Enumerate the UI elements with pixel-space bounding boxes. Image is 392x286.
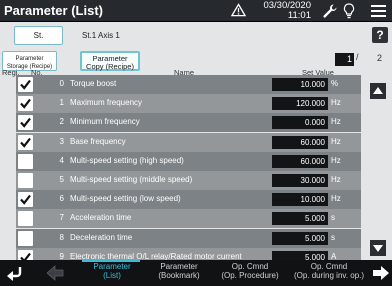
unit-label: s [331,213,335,223]
lightbulb-icon[interactable] [343,3,355,19]
datetime: 03/30/2020 11:01 [251,1,311,21]
checkmark-icon [20,118,31,129]
bottom-navigation: Parameter (List) Parameter (Bookmark) Op. Cm… [0,260,392,286]
unit-label: Hz [331,136,341,146]
nav-tab[interactable]: Parameter (Bookmark) [146,262,212,284]
nav-tab-line2: (List) [103,271,121,280]
set-value-field[interactable]: 10.000 [272,193,328,207]
set-value-field[interactable]: 10.000 [272,78,328,91]
param-name: Torque boost [70,79,117,88]
nav-tab[interactable]: Op. Cmnd (Op. during inv. op.) [288,262,370,284]
table-row[interactable]: 3 Base frequency 60.000 Hz [16,132,361,152]
set-value-field[interactable]: 60.000 [272,154,328,168]
register-checkbox[interactable] [18,211,33,227]
param-name: Maximum frequency [70,98,143,108]
table-row[interactable]: 8 Deceleration time 5.000 s [16,228,361,248]
menu-icon[interactable] [371,4,386,18]
parameter-copy-button[interactable]: Parameter Copy (Recipe) [80,51,140,71]
checkmark-icon [20,195,31,205]
table-row[interactable]: 4 Multi-speed setting (high speed) 60.000 H… [16,151,361,171]
param-number: 7 [59,213,64,223]
unit-label: % [331,79,339,88]
arrow-left-icon[interactable] [46,265,64,281]
page-total: 2 [377,53,383,63]
register-checkbox[interactable] [18,134,33,150]
nav-tab-line1: Op. Cmnd [231,262,269,271]
param-number: 0 [59,79,64,88]
register-checkbox[interactable] [18,173,33,188]
table-row[interactable]: 0 Torque boost 10.000% [16,75,361,94]
register-checkbox[interactable] [18,153,33,169]
param-number: 2 [59,117,64,127]
scroll-down-icon[interactable] [370,240,386,256]
nav-tab-line1: Parameter [160,262,198,271]
station-button[interactable]: St. [14,26,63,45]
set-value-field[interactable]: 30.000 [272,174,328,187]
wrench-icon[interactable] [322,3,338,19]
checkmark-icon [20,79,31,90]
nav-tab-line2: (Op. during inv. op.) [293,271,365,280]
param-name: Multi-speed setting (high speed) [70,155,184,165]
unit-label: s [331,232,335,242]
param-name: Multi-speed setting (low speed) [70,194,181,204]
nav-tab-line1: Parameter [93,262,131,271]
param-name: Deceleration time [70,232,133,242]
checkmark-icon [20,137,31,148]
axis-label: St.1 Axis 1 [82,31,120,40]
nav-tab[interactable]: Op. Cmnd (Op. Procedure) [214,262,286,284]
storage-label-line1: Parameter [15,56,44,62]
unit-label: Hz [331,117,341,127]
nav-tab-line2: (Op. Procedure) [221,271,279,280]
page-number-input[interactable]: 1 [335,53,354,66]
nav-tab[interactable]: Parameter (List) [82,262,142,284]
warning-icon[interactable] [231,3,246,17]
param-name: Acceleration time [70,213,132,223]
set-value-field[interactable]: 120.000 [272,97,328,111]
unit-label: Hz [331,98,341,108]
param-name: Base frequency [70,136,126,146]
set-value-field[interactable]: 5.000 [272,231,328,245]
time-text: 11:01 [287,10,311,21]
param-number: 1 [59,98,64,108]
table-row[interactable]: 2 Minimum frequency 0.000 Hz [16,113,361,133]
param-number: 4 [59,155,64,165]
table-row[interactable]: 7 Acceleration time 5.000 s [16,209,361,229]
param-number: 5 [59,175,64,184]
set-value-field[interactable]: 5.000 [272,212,328,226]
checkmark-icon [20,99,31,109]
register-checkbox[interactable] [18,115,33,131]
param-name: Minimum frequency [70,117,140,127]
unit-label: Hz [331,155,341,165]
nav-tab-line2: (Bookmark) [158,271,200,280]
unit-label: Hz [331,175,341,184]
register-checkbox[interactable] [18,230,33,246]
table-row[interactable]: 6 Multi-speed setting (low speed) 10.000 Hz [16,190,361,210]
page-title: Parameter (List) [4,3,103,18]
table-row[interactable]: 5 Multi-speed setting (middle speed) 30.00… [16,171,361,190]
register-checkbox[interactable] [18,96,33,112]
scroll-up-icon[interactable] [370,83,386,99]
unit-label: Hz [331,194,341,204]
set-value-field[interactable]: 60.000 [272,135,328,149]
main-panel: St. St.1 Axis 1 ? Parameter Storage (Rec… [0,22,392,267]
param-number: 3 [59,136,64,146]
set-value-field[interactable]: 0.000 [272,116,328,130]
arrow-right-icon[interactable] [372,265,390,281]
param-number: 6 [59,194,64,204]
param-number: 8 [59,232,64,242]
nav-tab-line1: Op. Cmnd [310,262,348,271]
back-icon[interactable] [6,264,24,282]
register-checkbox[interactable] [18,192,33,208]
help-icon[interactable]: ? [372,27,388,43]
copy-label-line2: Copy (Recipe) [86,62,134,71]
page-separator: / [356,52,359,62]
title-bar: Parameter (List) 03/30/2020 11:01 [0,0,392,22]
param-name: Multi-speed setting (middle speed) [70,175,193,184]
register-checkbox[interactable] [18,77,33,92]
table-row[interactable]: 1 Maximum frequency 120.000 Hz [16,94,361,114]
